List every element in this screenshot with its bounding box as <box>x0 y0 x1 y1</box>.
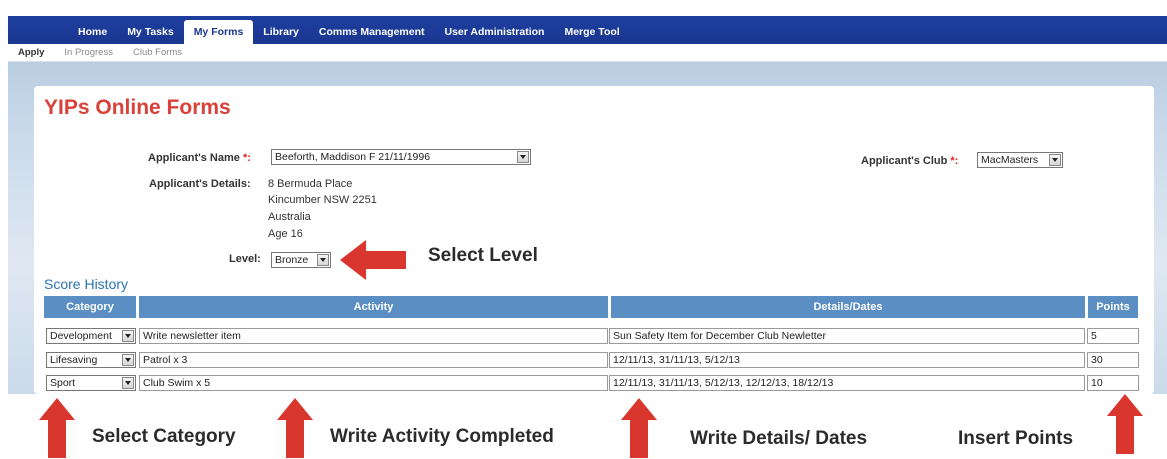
score-history-title: Score History <box>44 276 129 292</box>
nav-my-forms[interactable]: My Forms <box>183 20 254 44</box>
chevron-down-icon[interactable] <box>122 354 134 366</box>
level-value: Bronze <box>275 254 309 266</box>
applicant-details-label: Applicant's Details: <box>149 178 251 190</box>
page-title: YIPs Online Forms <box>44 96 231 119</box>
annotation-select-category: Select Category <box>92 426 236 447</box>
chevron-down-icon[interactable] <box>122 330 134 342</box>
column-header-details: Details/Dates <box>611 296 1085 318</box>
subnav-club-forms[interactable]: Club Forms <box>133 47 182 58</box>
applicant-name-label-text: Applicant's Name <box>148 152 240 164</box>
annotation-select-level: Select Level <box>428 245 538 266</box>
applicant-club-label: Applicant's Club *: <box>861 155 958 167</box>
category-value: Sport <box>50 377 76 389</box>
arrow-up-icon <box>38 398 76 458</box>
arrow-up-icon <box>276 398 314 458</box>
nav-comms-management[interactable]: Comms Management <box>309 20 435 44</box>
subnav-in-progress[interactable]: In Progress <box>64 47 113 58</box>
details-input[interactable]: 12/11/13, 31/11/13, 5/12/13 <box>609 352 1085 368</box>
category-select[interactable]: Lifesaving <box>46 352 136 368</box>
points-input[interactable]: 5 <box>1087 328 1139 344</box>
main-nav: Home My Tasks My Forms Library Comms Man… <box>68 16 630 44</box>
details-input[interactable]: Sun Safety Item for December Club Newlet… <box>609 328 1085 344</box>
chevron-down-icon[interactable] <box>122 377 134 389</box>
points-input[interactable]: 10 <box>1087 375 1139 391</box>
chevron-down-icon[interactable] <box>317 254 329 266</box>
subnav-apply[interactable]: Apply <box>18 47 44 58</box>
required-marker: *: <box>242 152 251 164</box>
applicant-club-value: MacMasters <box>981 154 1039 166</box>
column-header-activity: Activity <box>139 296 608 318</box>
nav-merge-tool[interactable]: Merge Tool <box>554 20 629 44</box>
nav-library[interactable]: Library <box>253 20 309 44</box>
activity-input[interactable]: Club Swim x 5 <box>139 375 608 391</box>
applicant-club-select[interactable]: MacMasters <box>977 152 1063 168</box>
chevron-down-icon[interactable] <box>517 151 529 163</box>
nav-user-administration[interactable]: User Administration <box>435 20 555 44</box>
activity-input[interactable]: Patrol x 3 <box>139 352 608 368</box>
applicant-age: Age 16 <box>268 228 303 240</box>
arrow-up-icon <box>1106 394 1144 454</box>
applicant-name-select[interactable]: Beeforth, Maddison F 21/11/1996 <box>271 149 531 165</box>
nav-home[interactable]: Home <box>68 20 117 44</box>
applicant-club-label-text: Applicant's Club <box>861 155 948 167</box>
address-line-1: 8 Bermuda Place <box>268 178 353 190</box>
level-label: Level: <box>229 253 261 265</box>
points-input[interactable]: 30 <box>1087 352 1139 368</box>
level-select[interactable]: Bronze <box>271 252 331 268</box>
details-input[interactable]: 12/11/13, 31/11/13, 5/12/13, 12/12/13, 1… <box>609 375 1085 391</box>
arrow-up-icon <box>620 398 658 458</box>
category-select[interactable]: Sport <box>46 375 136 391</box>
annotation-insert-points: Insert Points <box>958 428 1074 449</box>
category-value: Lifesaving <box>50 354 98 366</box>
form-panel <box>34 86 1154 394</box>
nav-my-tasks[interactable]: My Tasks <box>117 20 184 44</box>
arrow-left-icon <box>340 240 406 280</box>
sub-navigation: Apply In Progress Club Forms <box>8 44 1167 62</box>
applicant-name-label: Applicant's Name *: <box>148 152 251 164</box>
applicant-name-value: Beeforth, Maddison F 21/11/1996 <box>275 151 431 163</box>
annotation-write-activity: Write Activity Completed <box>330 426 554 447</box>
chevron-down-icon[interactable] <box>1049 154 1061 166</box>
address-line-3: Australia <box>268 211 311 223</box>
activity-input[interactable]: Write newsletter item <box>139 328 608 344</box>
annotation-write-details: Write Details/ Dates <box>690 428 868 449</box>
top-navigation-bar: Home My Tasks My Forms Library Comms Man… <box>8 16 1167 44</box>
column-header-points: Points <box>1088 296 1138 318</box>
column-header-category: Category <box>44 296 136 318</box>
category-select[interactable]: Development <box>46 328 136 344</box>
required-marker: *: <box>950 155 959 167</box>
address-line-2: Kincumber NSW 2251 <box>268 194 377 206</box>
category-value: Development <box>50 330 112 342</box>
